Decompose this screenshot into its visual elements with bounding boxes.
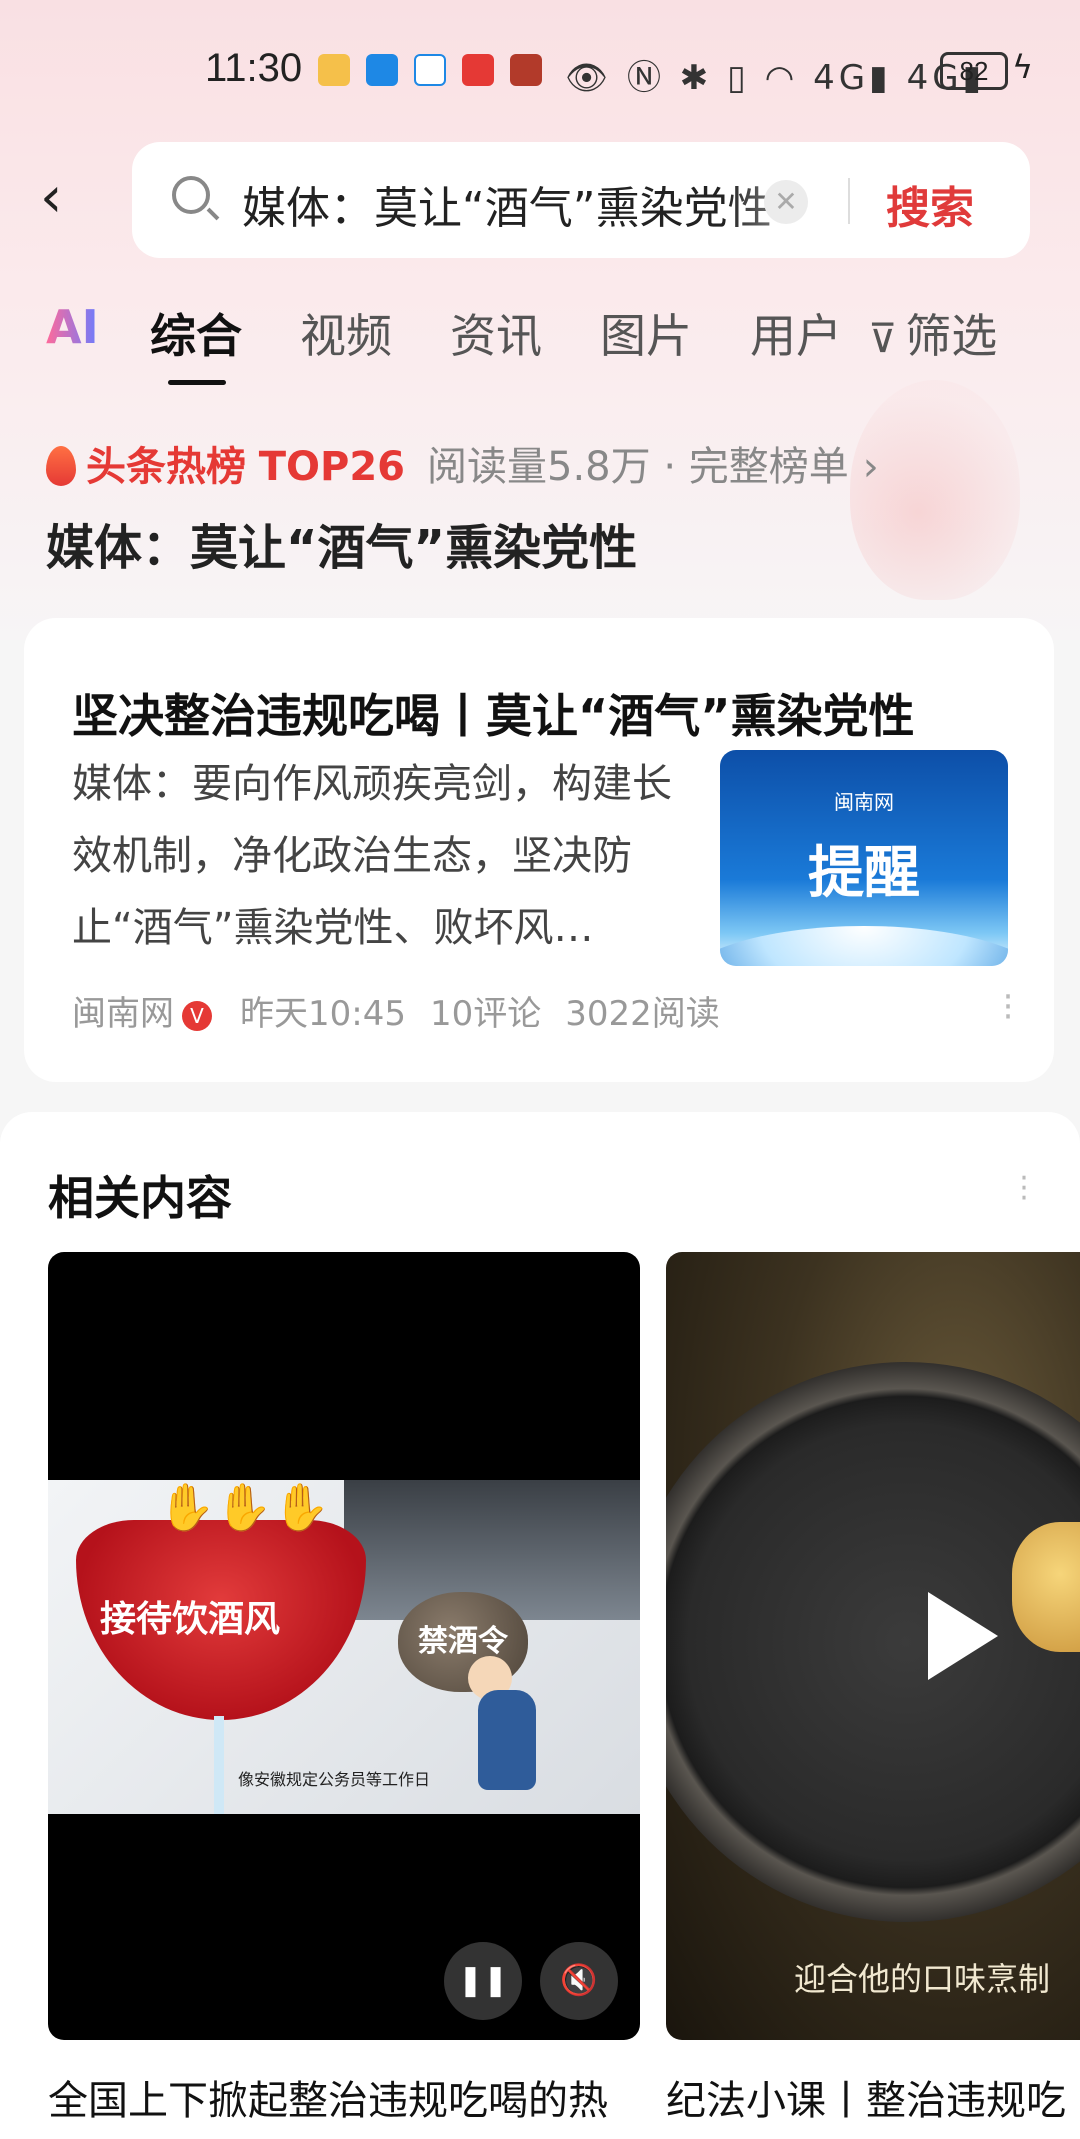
related-more-icon[interactable]: · · · xyxy=(1014,1164,1034,1214)
video-title-1[interactable]: 全国上下掀起整治违规吃喝的热 xyxy=(48,2068,640,2126)
tab-comprehensive[interactable]: 综合 xyxy=(150,300,242,366)
article-thumbnail[interactable]: 闽南网 提醒 xyxy=(720,750,1008,966)
video-frame: ✋✋✋ 接待饮酒风 禁酒令 像安徽规定公务员等工作日 xyxy=(48,1480,640,1814)
news-app-icon xyxy=(414,54,446,86)
music-app-icon xyxy=(462,54,494,86)
active-tab-indicator xyxy=(168,380,226,385)
shop-app-icon xyxy=(510,54,542,86)
hot-list-rank: TOP26 xyxy=(258,444,405,490)
filter-button[interactable]: ⊽ 筛选 xyxy=(868,300,997,366)
video-card-2[interactable]: 迎合他的口味烹制 xyxy=(666,1252,1080,2040)
status-bar: 11:30 👁 Ⓝ ✱ ▯ ◠ 4G▮ 4G▮ 82 ϟ xyxy=(0,40,1080,100)
video-title-2[interactable]: 纪法小课丨整治违规吃 xyxy=(666,2068,1080,2126)
hot-list-brand: 头条热榜 xyxy=(86,444,246,490)
article-title[interactable]: 坚决整治违规吃喝丨莫让“酒气”熏染党性 xyxy=(72,680,914,746)
thumbnail-text: 提醒 xyxy=(808,841,920,906)
status-time: 11:30 xyxy=(205,46,303,90)
related-title: 相关内容 xyxy=(48,1171,232,1225)
related-section: 相关内容 · · · ✋✋✋ 接待饮酒风 禁酒令 像安徽规定公务员等工作日 ❚❚ 🔇… xyxy=(0,1112,1080,2139)
charging-icon: ϟ xyxy=(1012,48,1034,86)
flame-icon xyxy=(46,446,76,486)
article-reads: 3022阅读 xyxy=(565,994,720,1034)
hot-list-meta[interactable]: 阅读量5.8万 · 完整榜单 xyxy=(427,444,849,490)
filter-label: 筛选 xyxy=(905,309,998,363)
close-icon: ✕ xyxy=(774,185,798,218)
speaker-muted-icon: 🔇 xyxy=(560,1963,598,1998)
filter-icon: ⊽ xyxy=(868,316,898,362)
article-card[interactable]: 坚决整治违规吃喝丨莫让“酒气”熏染党性 媒体：要向作风顽疾亮剑，构建长效机制，净… xyxy=(24,618,1054,1082)
cartoon-man xyxy=(478,1690,536,1790)
pause-button[interactable]: ❚❚ xyxy=(444,1942,522,2020)
weibo-app-icon xyxy=(318,54,350,86)
wine-glass-label: 接待饮酒风 xyxy=(100,1599,281,1640)
search-divider xyxy=(848,178,850,224)
wine-glass-stem xyxy=(214,1716,224,1814)
more-options-icon[interactable]: · · · xyxy=(998,980,1018,1034)
article-snippet: 媒体：要向作风顽疾亮剑，构建长效机制，净化政治生态，坚决防止“酒气”熏染党性、败… xyxy=(72,761,672,951)
pause-icon: ❚❚ xyxy=(457,1963,509,1998)
verified-badge-icon: V xyxy=(182,1001,212,1031)
hot-list-banner[interactable]: 头条热榜 TOP26 阅读量5.8万 · 完整榜单 › xyxy=(46,434,879,494)
article-meta: 闽南网 V 昨天10:45 10评论 3022阅读 xyxy=(72,986,720,1035)
search-box[interactable]: 媒体：莫让“酒气”熏染党性 ✕ 搜索 xyxy=(132,142,1030,258)
video-subtitle-2: 迎合他的口味烹制 xyxy=(794,1960,1051,1998)
plate-graphic xyxy=(666,1362,1080,1922)
raised-hands-graphic: ✋✋✋ xyxy=(158,1480,330,1534)
article-comments: 10评论 xyxy=(429,994,542,1034)
article-time: 昨天10:45 xyxy=(240,994,406,1034)
search-button[interactable]: 搜索 xyxy=(886,172,974,236)
message-app-icon xyxy=(366,54,398,86)
video-card-1[interactable]: ✋✋✋ 接待饮酒风 禁酒令 像安徽规定公务员等工作日 ❚❚ 🔇 xyxy=(48,1252,640,2040)
hot-topic-title[interactable]: 媒体：莫让“酒气”熏染党性 xyxy=(46,508,637,578)
food-graphic xyxy=(1012,1522,1080,1652)
video-subtitle: 像安徽规定公务员等工作日 xyxy=(238,1770,431,1789)
battery-icon: 82 xyxy=(940,52,1008,90)
earth-graphic xyxy=(720,926,1008,966)
thumbnail-logo: 闽南网 xyxy=(834,790,894,814)
article-source[interactable]: 闽南网 xyxy=(72,994,174,1034)
chevron-right-icon: › xyxy=(862,444,879,490)
search-icon xyxy=(172,176,210,214)
chevron-left-icon: ‹ xyxy=(40,165,63,230)
mute-button[interactable]: 🔇 xyxy=(540,1942,618,2020)
play-icon[interactable] xyxy=(928,1592,998,1680)
clear-search-button[interactable]: ✕ xyxy=(764,180,808,224)
search-tabs: AI 综合 视频 资讯 图片 用户 ⊽ 筛选 xyxy=(0,296,1080,396)
tab-users[interactable]: 用户 xyxy=(750,300,842,366)
back-button[interactable]: ‹ xyxy=(40,168,90,232)
tab-video[interactable]: 视频 xyxy=(300,300,392,366)
tab-images[interactable]: 图片 xyxy=(600,300,692,366)
tab-news[interactable]: 资讯 xyxy=(450,300,542,366)
system-status-icons: 👁 Ⓝ ✱ ▯ ◠ 4G▮ 4G▮ xyxy=(565,58,986,98)
tab-ai[interactable]: AI xyxy=(46,300,99,354)
